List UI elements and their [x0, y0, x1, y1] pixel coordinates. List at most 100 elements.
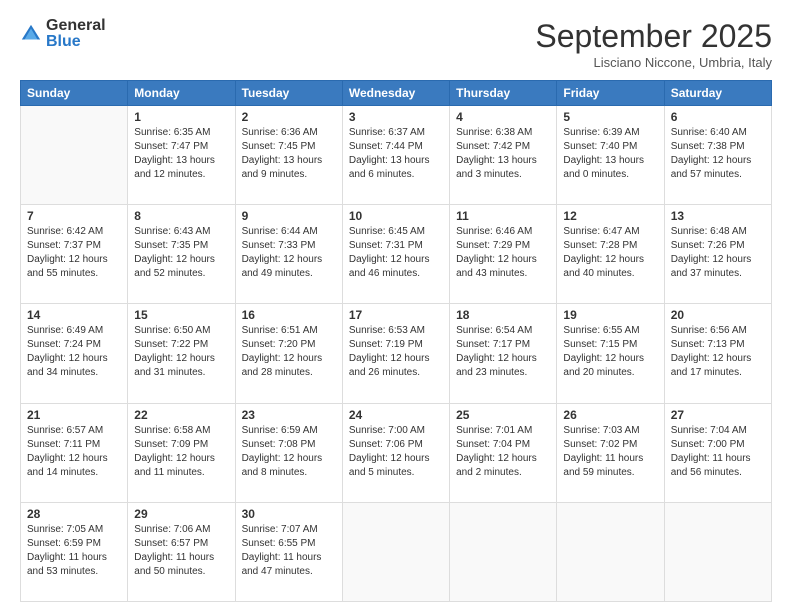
- logo-icon: [20, 23, 42, 45]
- col-header-monday: Monday: [128, 81, 235, 106]
- day-number: 10: [349, 209, 443, 223]
- col-header-thursday: Thursday: [450, 81, 557, 106]
- day-info: Sunrise: 6:36 AM Sunset: 7:45 PM Dayligh…: [242, 126, 336, 182]
- day-info: Sunrise: 6:53 AM Sunset: 7:19 PM Dayligh…: [349, 324, 443, 380]
- day-cell: [664, 502, 771, 601]
- logo-text: General Blue: [46, 18, 106, 50]
- month-title: September 2025: [535, 18, 772, 55]
- day-cell: 10 Sunrise: 6:45 AM Sunset: 7:31 PM Dayli…: [342, 205, 449, 304]
- day-cell: 28 Sunrise: 7:05 AM Sunset: 6:59 PM Dayli…: [21, 502, 128, 601]
- day-info: Sunrise: 7:03 AM Sunset: 7:02 PM Dayligh…: [563, 424, 657, 480]
- title-block: September 2025 Lisciano Niccone, Umbria,…: [535, 18, 772, 70]
- day-cell: 12 Sunrise: 6:47 AM Sunset: 7:28 PM Dayli…: [557, 205, 664, 304]
- day-number: 2: [242, 110, 336, 124]
- day-cell: 30 Sunrise: 7:07 AM Sunset: 6:55 PM Dayli…: [235, 502, 342, 601]
- day-info: Sunrise: 6:50 AM Sunset: 7:22 PM Dayligh…: [134, 324, 228, 380]
- day-cell: 27 Sunrise: 7:04 AM Sunset: 7:00 PM Dayli…: [664, 403, 771, 502]
- day-cell: 17 Sunrise: 6:53 AM Sunset: 7:19 PM Dayli…: [342, 304, 449, 403]
- day-info: Sunrise: 6:54 AM Sunset: 7:17 PM Dayligh…: [456, 324, 550, 380]
- day-number: 6: [671, 110, 765, 124]
- day-cell: [450, 502, 557, 601]
- day-number: 7: [27, 209, 121, 223]
- day-info: Sunrise: 7:01 AM Sunset: 7:04 PM Dayligh…: [456, 424, 550, 480]
- day-cell: 9Sunrise: 6:44 AM Sunset: 7:33 PM Daylig…: [235, 205, 342, 304]
- day-number: 28: [27, 507, 121, 521]
- day-number: 30: [242, 507, 336, 521]
- day-number: 23: [242, 408, 336, 422]
- day-cell: 16Sunrise: 6:51 AM Sunset: 7:20 PM Dayli…: [235, 304, 342, 403]
- day-cell: 15 Sunrise: 6:50 AM Sunset: 7:22 PM Dayli…: [128, 304, 235, 403]
- day-cell: 20 Sunrise: 6:56 AM Sunset: 7:13 PM Dayli…: [664, 304, 771, 403]
- day-cell: 19 Sunrise: 6:55 AM Sunset: 7:15 PM Dayli…: [557, 304, 664, 403]
- day-number: 26: [563, 408, 657, 422]
- day-info: Sunrise: 6:46 AM Sunset: 7:29 PM Dayligh…: [456, 225, 550, 281]
- day-info: Sunrise: 7:04 AM Sunset: 7:00 PM Dayligh…: [671, 424, 765, 480]
- day-cell: [342, 502, 449, 601]
- col-header-saturday: Saturday: [664, 81, 771, 106]
- week-row-4: 21Sunrise: 6:57 AM Sunset: 7:11 PM Dayli…: [21, 403, 772, 502]
- day-info: Sunrise: 6:49 AM Sunset: 7:24 PM Dayligh…: [27, 324, 121, 380]
- day-info: Sunrise: 6:38 AM Sunset: 7:42 PM Dayligh…: [456, 126, 550, 182]
- calendar: SundayMondayTuesdayWednesdayThursdayFrid…: [20, 80, 772, 602]
- logo: General Blue: [20, 18, 106, 50]
- day-cell: 5 Sunrise: 6:39 AM Sunset: 7:40 PM Daylig…: [557, 106, 664, 205]
- day-cell: 2 Sunrise: 6:36 AM Sunset: 7:45 PM Daylig…: [235, 106, 342, 205]
- day-info: Sunrise: 6:47 AM Sunset: 7:28 PM Dayligh…: [563, 225, 657, 281]
- week-row-2: 7 Sunrise: 6:42 AM Sunset: 7:37 PM Daylig…: [21, 205, 772, 304]
- day-info: Sunrise: 6:43 AM Sunset: 7:35 PM Dayligh…: [134, 225, 228, 281]
- day-cell: 13 Sunrise: 6:48 AM Sunset: 7:26 PM Dayli…: [664, 205, 771, 304]
- page: General Blue September 2025 Lisciano Nic…: [0, 0, 792, 612]
- day-info: Sunrise: 7:06 AM Sunset: 6:57 PM Dayligh…: [134, 523, 228, 579]
- day-number: 17: [349, 308, 443, 322]
- day-cell: 26 Sunrise: 7:03 AM Sunset: 7:02 PM Dayli…: [557, 403, 664, 502]
- col-header-tuesday: Tuesday: [235, 81, 342, 106]
- day-info: Sunrise: 6:37 AM Sunset: 7:44 PM Dayligh…: [349, 126, 443, 182]
- day-number: 24: [349, 408, 443, 422]
- day-number: 14: [27, 308, 121, 322]
- day-info: Sunrise: 6:35 AM Sunset: 7:47 PM Dayligh…: [134, 126, 228, 182]
- day-info: Sunrise: 7:05 AM Sunset: 6:59 PM Dayligh…: [27, 523, 121, 579]
- day-info: Sunrise: 6:55 AM Sunset: 7:15 PM Dayligh…: [563, 324, 657, 380]
- day-number: 13: [671, 209, 765, 223]
- day-cell: 6Sunrise: 6:40 AM Sunset: 7:38 PM Daylig…: [664, 106, 771, 205]
- day-number: 9: [242, 209, 336, 223]
- day-number: 12: [563, 209, 657, 223]
- day-cell: [557, 502, 664, 601]
- day-number: 15: [134, 308, 228, 322]
- day-number: 5: [563, 110, 657, 124]
- day-info: Sunrise: 6:42 AM Sunset: 7:37 PM Dayligh…: [27, 225, 121, 281]
- day-number: 19: [563, 308, 657, 322]
- day-info: Sunrise: 6:58 AM Sunset: 7:09 PM Dayligh…: [134, 424, 228, 480]
- header-row: SundayMondayTuesdayWednesdayThursdayFrid…: [21, 81, 772, 106]
- day-cell: 11Sunrise: 6:46 AM Sunset: 7:29 PM Dayli…: [450, 205, 557, 304]
- day-number: 20: [671, 308, 765, 322]
- day-info: Sunrise: 6:48 AM Sunset: 7:26 PM Dayligh…: [671, 225, 765, 281]
- day-number: 8: [134, 209, 228, 223]
- day-cell: 8 Sunrise: 6:43 AM Sunset: 7:35 PM Daylig…: [128, 205, 235, 304]
- day-number: 29: [134, 507, 228, 521]
- day-info: Sunrise: 6:59 AM Sunset: 7:08 PM Dayligh…: [242, 424, 336, 480]
- day-cell: 14 Sunrise: 6:49 AM Sunset: 7:24 PM Dayli…: [21, 304, 128, 403]
- week-row-1: 1Sunrise: 6:35 AM Sunset: 7:47 PM Daylig…: [21, 106, 772, 205]
- day-number: 3: [349, 110, 443, 124]
- logo-general: General: [46, 18, 106, 34]
- day-info: Sunrise: 6:39 AM Sunset: 7:40 PM Dayligh…: [563, 126, 657, 182]
- day-cell: 22 Sunrise: 6:58 AM Sunset: 7:09 PM Dayli…: [128, 403, 235, 502]
- col-header-wednesday: Wednesday: [342, 81, 449, 106]
- day-cell: 3 Sunrise: 6:37 AM Sunset: 7:44 PM Daylig…: [342, 106, 449, 205]
- day-cell: [21, 106, 128, 205]
- day-cell: 29 Sunrise: 7:06 AM Sunset: 6:57 PM Dayli…: [128, 502, 235, 601]
- day-cell: 1Sunrise: 6:35 AM Sunset: 7:47 PM Daylig…: [128, 106, 235, 205]
- day-number: 27: [671, 408, 765, 422]
- day-info: Sunrise: 7:00 AM Sunset: 7:06 PM Dayligh…: [349, 424, 443, 480]
- week-row-3: 14 Sunrise: 6:49 AM Sunset: 7:24 PM Dayli…: [21, 304, 772, 403]
- day-info: Sunrise: 6:56 AM Sunset: 7:13 PM Dayligh…: [671, 324, 765, 380]
- logo-blue: Blue: [46, 34, 106, 50]
- day-cell: 23 Sunrise: 6:59 AM Sunset: 7:08 PM Dayli…: [235, 403, 342, 502]
- header: General Blue September 2025 Lisciano Nic…: [20, 18, 772, 70]
- day-info: Sunrise: 6:45 AM Sunset: 7:31 PM Dayligh…: [349, 225, 443, 281]
- day-info: Sunrise: 7:07 AM Sunset: 6:55 PM Dayligh…: [242, 523, 336, 579]
- day-number: 16: [242, 308, 336, 322]
- day-cell: 4Sunrise: 6:38 AM Sunset: 7:42 PM Daylig…: [450, 106, 557, 205]
- day-number: 22: [134, 408, 228, 422]
